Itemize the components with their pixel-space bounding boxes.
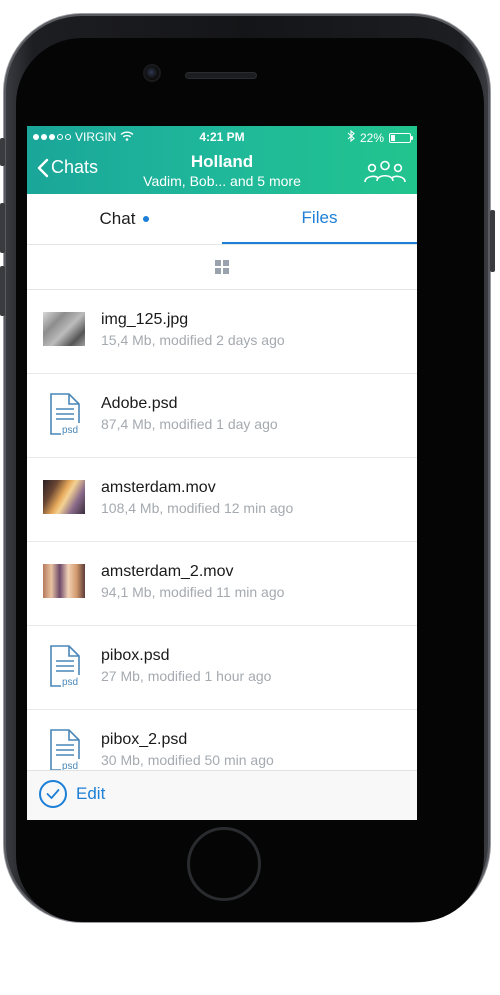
view-toggle-bar — [27, 245, 417, 290]
battery-percent: 22% — [359, 130, 384, 145]
app-screen: VIRGIN 4:21 PM 22% Chats Holland Vadim, … — [27, 126, 417, 820]
chat-tabs: Chat Files — [27, 194, 417, 245]
home-button[interactable] — [187, 827, 261, 901]
file-row[interactable]: amsterdam_2.mov 94,1 Mb, modified 11 min… — [27, 542, 417, 626]
tab-files[interactable]: Files — [222, 194, 417, 244]
earpiece-speaker — [186, 73, 256, 78]
power-button — [490, 210, 495, 272]
file-name: pibox_2.psd — [101, 731, 188, 748]
chat-title: Holland — [190, 152, 254, 171]
psd-file-icon: psd — [50, 393, 85, 436]
battery-icon — [389, 132, 413, 143]
volume-up-button — [0, 203, 5, 253]
bluetooth-icon — [347, 129, 355, 145]
file-name: Adobe.psd — [101, 395, 178, 412]
edit-label: Edit — [76, 784, 106, 803]
image-thumbnail — [43, 312, 85, 346]
bottom-toolbar: Edit — [27, 770, 417, 820]
file-row[interactable]: psd Adobe.psd 87,4 Mb, modified 1 day ag… — [27, 374, 417, 458]
file-name: pibox.psd — [101, 647, 170, 664]
grid-view-icon[interactable] — [215, 260, 229, 274]
file-row[interactable]: img_125.jpg 15,4 Mb, modified 2 days ago — [27, 290, 417, 374]
group-members-icon[interactable] — [363, 160, 407, 189]
status-bar: VIRGIN 4:21 PM 22% — [27, 126, 417, 148]
file-meta: 30 Mb, modified 50 min ago — [101, 752, 274, 768]
video-thumbnail — [43, 480, 85, 514]
file-row[interactable]: amsterdam.mov 108,4 Mb, modified 12 min … — [27, 458, 417, 542]
file-meta: 15,4 Mb, modified 2 days ago — [101, 332, 285, 348]
status-right: 22% — [347, 129, 413, 145]
file-list: img_125.jpg 15,4 Mb, modified 2 days ago… — [27, 290, 417, 770]
chat-members: Vadim, Bob... and 5 more — [143, 173, 301, 189]
file-ext: psd — [62, 677, 78, 688]
file-meta: 94,1 Mb, modified 11 min ago — [101, 584, 285, 600]
file-name: amsterdam_2.mov — [101, 563, 234, 580]
psd-file-icon: psd — [50, 645, 85, 688]
file-name: amsterdam.mov — [101, 479, 216, 496]
file-row[interactable]: psd pibox_2.psd 30 Mb, modified 50 min a… — [27, 710, 417, 770]
psd-file-icon: psd — [50, 729, 85, 770]
battery-level — [391, 134, 395, 141]
file-ext: psd — [62, 761, 78, 770]
nav-bar: Chats Holland Vadim, Bob... and 5 more — [27, 148, 417, 194]
file-meta: 87,4 Mb, modified 1 day ago — [101, 416, 278, 432]
file-name: img_125.jpg — [101, 311, 189, 328]
file-meta: 27 Mb, modified 1 hour ago — [101, 668, 272, 684]
front-camera — [145, 66, 159, 80]
volume-down-button — [0, 266, 5, 316]
tab-chat-label: Chat — [99, 209, 136, 228]
video-thumbnail — [43, 564, 85, 598]
tab-files-label: Files — [301, 208, 338, 227]
file-meta: 108,4 Mb, modified 12 min ago — [101, 500, 294, 516]
mute-switch — [0, 138, 5, 166]
tab-chat[interactable]: Chat — [27, 194, 222, 244]
unread-indicator — [143, 216, 150, 222]
file-ext: psd — [62, 425, 78, 436]
edit-button[interactable]: Edit — [39, 780, 105, 808]
checkmark-icon — [39, 780, 67, 808]
file-row[interactable]: psd pibox.psd 27 Mb, modified 1 hour ago — [27, 626, 417, 710]
